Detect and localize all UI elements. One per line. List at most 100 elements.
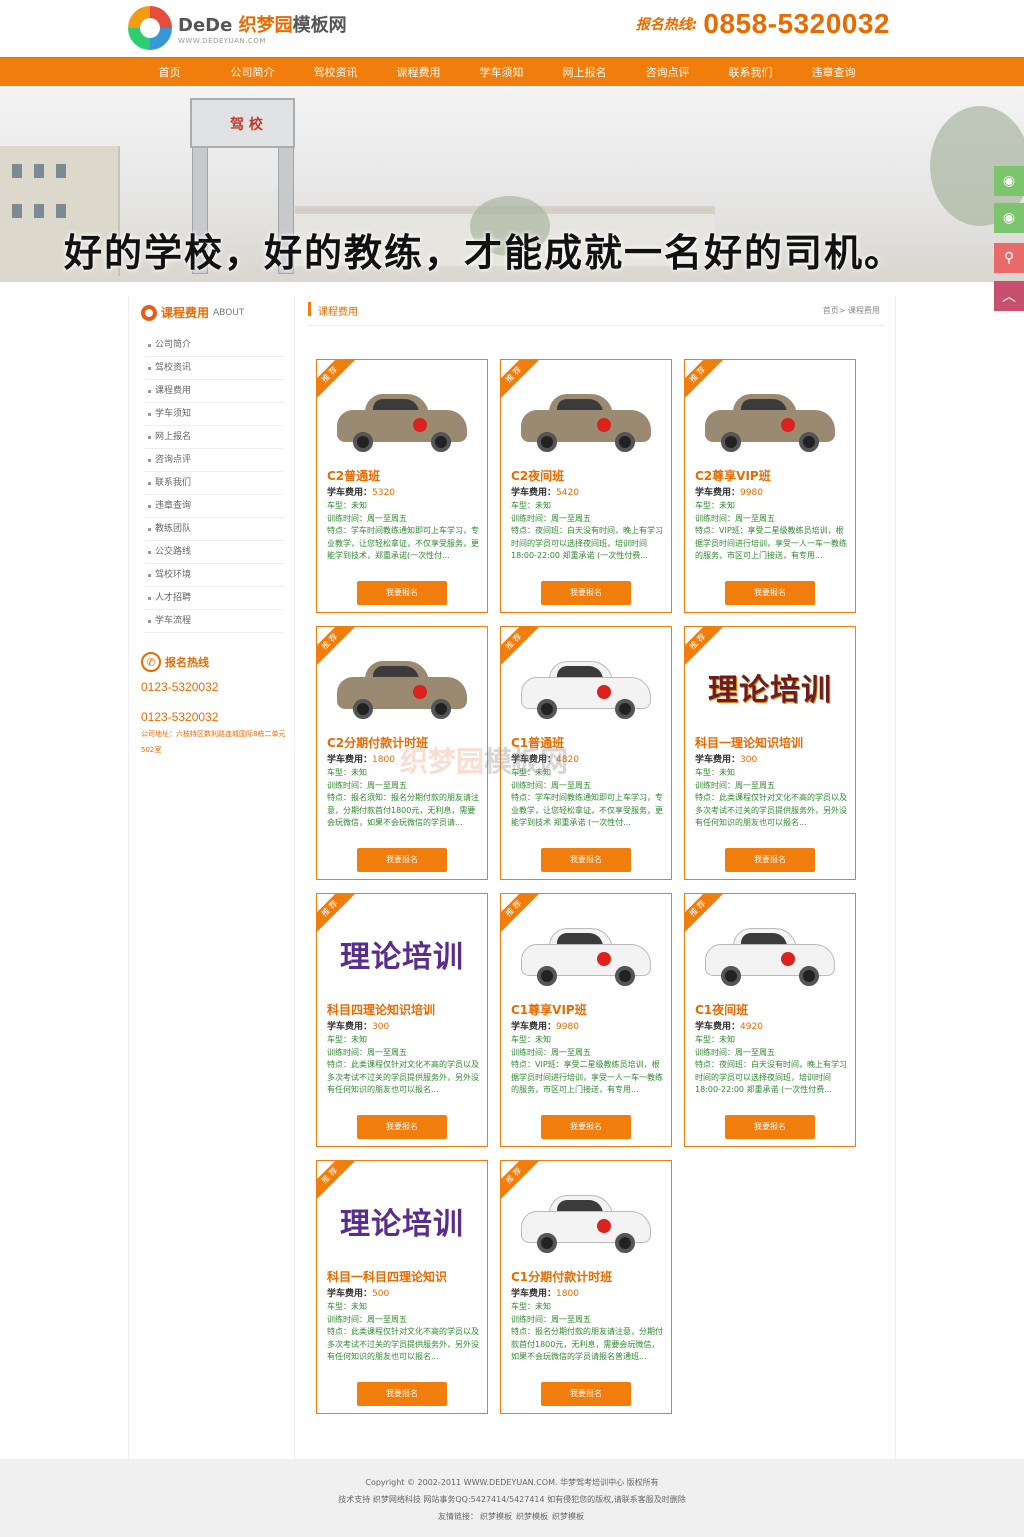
course-card[interactable]: 推 荐理论培训 科目四理论知识培训 学车费用：300 车型：未知 训练时间：周一至周五特… (316, 893, 488, 1147)
course-description: 特点：VIP班：享受二星级教练员培训，根据学员时间进行培训，享受一人一车一教练的… (511, 1060, 663, 1094)
course-description: 特点：夜间班：白天没有时间，晚上有学习时间的学员可以选择夜间班，培训时间 18:… (695, 1060, 847, 1094)
site-header: DeDe 织梦园模板网 WWW.DEDEYUAN.COM 报名热线: 0858-… (0, 0, 1024, 57)
course-title[interactable]: C1尊享VIP班 (511, 1001, 587, 1018)
site-logo[interactable]: DeDe 织梦园模板网 WWW.DEDEYUAN.COM (128, 6, 347, 50)
course-card[interactable]: 推 荐 C1普通班 学车费用：4820 车型：未知 训练时间：周一至周五 特点：学车时间教… (500, 626, 672, 880)
course-title[interactable]: C2普通班 (327, 467, 380, 484)
nav-item[interactable]: 联系我们 (709, 58, 792, 87)
sidebar-item[interactable]: 网上报名 (145, 426, 283, 449)
course-title[interactable]: C1分期付款计时班 (511, 1268, 612, 1285)
contact-address: 公司地址：六枝特区数利路连城国际8栋二单元502室 (141, 730, 286, 754)
enroll-button[interactable]: 我要报名 (357, 581, 447, 605)
site-footer: Copyright © 2002-2011 WWW.DEDEYUAN.COM. … (0, 1459, 1024, 1537)
course-car-image (331, 386, 473, 458)
course-card[interactable]: 推 荐 C2普通班 学车费用：5320 车型：未知 训练时间：周一至周五 特点：学车时间教… (316, 359, 488, 613)
course-card[interactable]: 推 荐理论培训 科目一理论知识培训 学车费用：300 车型：未知 训练时间：周一至周五特… (684, 626, 856, 880)
enroll-button[interactable]: 我要报名 (725, 581, 815, 605)
course-fee: 学车费用：5420 (511, 488, 579, 498)
enroll-button[interactable]: 我要报名 (357, 1382, 447, 1406)
enroll-button[interactable]: 我要报名 (357, 1115, 447, 1139)
course-fee: 学车费用：4820 (511, 755, 579, 765)
course-car-type: 车型：未知 (695, 501, 735, 510)
logo-emblem-icon (128, 6, 172, 50)
nav-item[interactable]: 学车须知 (460, 58, 543, 87)
course-card[interactable]: 推 荐 C2尊享VIP班 学车费用：9980 车型：未知 训练时间：周一至周五 特点：VI… (684, 359, 856, 613)
course-card[interactable]: 推 荐 C1尊享VIP班 学车费用：9980 车型：未知 训练时间：周一至周五 特点：VI… (500, 893, 672, 1147)
course-title[interactable]: C1夜间班 (695, 1001, 748, 1018)
school-logo-icon (781, 952, 795, 966)
sidebar-item[interactable]: 课程费用 (145, 380, 283, 403)
qq-chat-icon[interactable]: ◉ (994, 166, 1024, 196)
footer-friend-link[interactable]: 织梦模板 (516, 1512, 548, 1521)
content-area: 课程费用 首页> 课程费用 推 荐 C2普通班 学车费用：5320 车型：未知 训练时间… (296, 296, 897, 1459)
banner-window (56, 164, 66, 178)
course-card[interactable]: 推 荐理论培训 科目一科目四理论知识 学车费用：500 车型：未知 训练时间：周一至周五… (316, 1160, 488, 1414)
sidebar-item[interactable]: 学车流程 (145, 610, 283, 633)
map-pin-icon[interactable]: ⚲ (994, 243, 1024, 273)
course-title[interactable]: 科目四理论知识培训 (327, 1001, 435, 1018)
course-fee: 学车费用：1800 (327, 755, 395, 765)
course-card[interactable]: 推 荐 C2分期付款计时班 学车费用：1800 车型：未知 训练时间：周一至周五 特点：报… (316, 626, 488, 880)
sidebar-item[interactable]: 驾校环境 (145, 564, 283, 587)
school-logo-icon (781, 418, 795, 432)
banner-window (12, 164, 22, 178)
nav-item[interactable]: 首页 (128, 58, 211, 87)
course-card[interactable]: 推 荐 C1分期付款计时班 学车费用：1800 车型：未知 训练时间：周一至周五 特点：报… (500, 1160, 672, 1414)
footer-friend-link[interactable]: 织梦模板 (480, 1512, 512, 1521)
school-logo-icon (597, 1219, 611, 1233)
sidebar-item[interactable]: 公交路线 (145, 541, 283, 564)
sidebar-item[interactable]: 学车须知 (145, 403, 283, 426)
sidebar-item[interactable]: 违章查询 (145, 495, 283, 518)
course-car-type: 车型：未知 (511, 1035, 551, 1044)
nav-item[interactable]: 驾校资讯 (294, 58, 377, 87)
nav-item[interactable]: 违章查询 (792, 58, 875, 87)
logo-url: WWW.DEDEYUAN.COM (178, 37, 266, 45)
course-title[interactable]: C1普通班 (511, 734, 564, 751)
course-car-type: 车型：未知 (327, 1302, 367, 1311)
footer-friend-link[interactable]: 织梦模板 (552, 1512, 584, 1521)
course-car-image (331, 653, 473, 725)
course-car-type: 车型：未知 (695, 1035, 735, 1044)
course-fee: 学车费用：500 (327, 1289, 390, 1299)
banner-slogan: 好的学校，好的教练，才能成就一名好的司机。 (64, 230, 905, 275)
main-nav: 首页 公司简介 驾校资讯 课程费用 学车须知 网上报名 咨询点评 联系我们 违章查询 (0, 57, 1024, 86)
nav-item[interactable]: 课程费用 (377, 58, 460, 87)
course-title[interactable]: C2夜间班 (511, 467, 564, 484)
contact-phone-secondary: 0123-5320032 (141, 710, 219, 724)
sidebar-item[interactable]: 联系我们 (145, 472, 283, 495)
enroll-button[interactable]: 我要报名 (541, 581, 631, 605)
sidebar-item[interactable]: 人才招聘 (145, 587, 283, 610)
enroll-button[interactable]: 我要报名 (541, 1382, 631, 1406)
enroll-button[interactable]: 我要报名 (725, 848, 815, 872)
enroll-button[interactable]: 我要报名 (541, 848, 631, 872)
course-car-type: 车型：未知 (511, 501, 551, 510)
sidebar-title-text: 课程费用 (161, 306, 210, 320)
main-area: 课程费用 ABOUT 公司简介 驾校资讯 课程费用 学车须知 网上报名 咨询点评 联系我们违… (128, 296, 896, 1459)
sidebar-item[interactable]: 教练团队 (145, 518, 283, 541)
course-card[interactable]: 推 荐 C1夜间班 学车费用：4920 车型：未知 训练时间：周一至周五 特点：夜间班：白… (684, 893, 856, 1147)
sidebar-item[interactable]: 咨询点评 (145, 449, 283, 472)
hotline-number: 0858-5320032 (703, 8, 890, 39)
breadcrumb[interactable]: 首页> 课程费用 (823, 305, 880, 316)
course-fee: 学车费用：5320 (327, 488, 395, 498)
course-title[interactable]: 科目一科目四理论知识 (327, 1268, 447, 1285)
nav-item[interactable]: 公司简介 (211, 58, 294, 87)
sidebar-item[interactable]: 驾校资讯 (145, 357, 283, 380)
sidebar-title-en: ABOUT (213, 307, 245, 318)
course-car-type: 车型：未知 (511, 1302, 551, 1311)
course-car-type: 车型：未知 (511, 768, 551, 777)
enroll-button[interactable]: 我要报名 (357, 848, 447, 872)
course-title[interactable]: C2尊享VIP班 (695, 467, 771, 484)
sidebar-item[interactable]: 公司简介 (145, 334, 283, 357)
course-title[interactable]: 科目一理论知识培训 (695, 734, 803, 751)
nav-item[interactable]: 咨询点评 (626, 58, 709, 87)
course-card[interactable]: 推 荐 C2夜间班 学车费用：5420 车型：未知 训练时间：周一至周五 特点：夜间班：白… (500, 359, 672, 613)
course-training-time: 训练时间：周一至周五 (695, 1048, 775, 1057)
qq-chat-icon[interactable]: ◉ (994, 203, 1024, 233)
back-to-top-icon[interactable]: ︿ (994, 281, 1024, 311)
nav-item[interactable]: 网上报名 (543, 58, 626, 87)
enroll-button[interactable]: 我要报名 (541, 1115, 631, 1139)
footer-support: 技术支持 织梦网络科技 网站事务QQ:5427414/5427414 如有侵犯您… (338, 1495, 686, 1504)
course-title[interactable]: C2分期付款计时班 (327, 734, 428, 751)
enroll-button[interactable]: 我要报名 (725, 1115, 815, 1139)
